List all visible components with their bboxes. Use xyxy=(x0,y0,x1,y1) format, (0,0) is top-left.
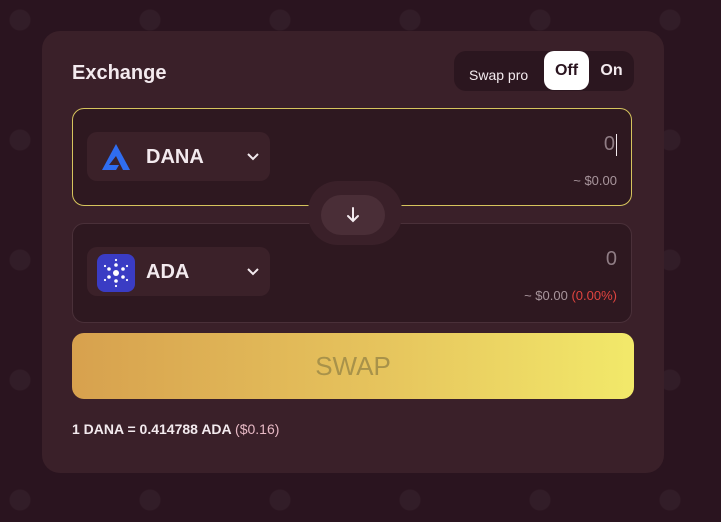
from-token-select[interactable]: DANA xyxy=(87,132,270,181)
chevron-down-icon xyxy=(247,268,259,276)
exchange-card: Exchange Swap pro Off On DANA 0 ~ $0.00 xyxy=(42,31,664,473)
swap-pro-toggle[interactable]: Swap pro Off On xyxy=(454,51,634,91)
exchange-rate-text: 1 DANA = 0.414788 ADA xyxy=(72,421,232,437)
exchange-rate: 1 DANA = 0.414788 ADA ($0.16) xyxy=(72,421,279,437)
from-token-name: DANA xyxy=(146,146,204,168)
dana-logo-icon xyxy=(97,139,135,177)
from-amount-value: 0 xyxy=(603,133,615,155)
swap-pro-off-option[interactable]: Off xyxy=(544,51,589,90)
cardano-logo-icon xyxy=(97,254,135,292)
to-amount-value: 0 xyxy=(605,248,617,270)
from-amount-input[interactable]: 0 xyxy=(604,133,617,156)
exchange-rate-usd: ($0.16) xyxy=(235,421,280,437)
swap-pro-on-option[interactable]: On xyxy=(589,51,634,90)
to-usd-value: ~ $0.00 (0.00%) xyxy=(524,288,617,303)
to-token-name: ADA xyxy=(146,261,190,283)
card-title: Exchange xyxy=(72,62,167,84)
to-usd-amount: ~ $0.00 xyxy=(524,288,568,303)
swap-button[interactable]: SWAP xyxy=(72,333,634,399)
arrow-down-icon xyxy=(347,207,359,223)
price-impact-percent: (0.00%) xyxy=(571,288,617,303)
chevron-down-icon xyxy=(247,153,259,161)
from-usd-value: ~ $0.00 xyxy=(573,173,617,188)
to-token-select[interactable]: ADA xyxy=(87,247,270,296)
swap-pro-label: Swap pro xyxy=(469,67,529,83)
text-caret xyxy=(616,133,617,156)
swap-direction-button[interactable] xyxy=(321,195,385,235)
